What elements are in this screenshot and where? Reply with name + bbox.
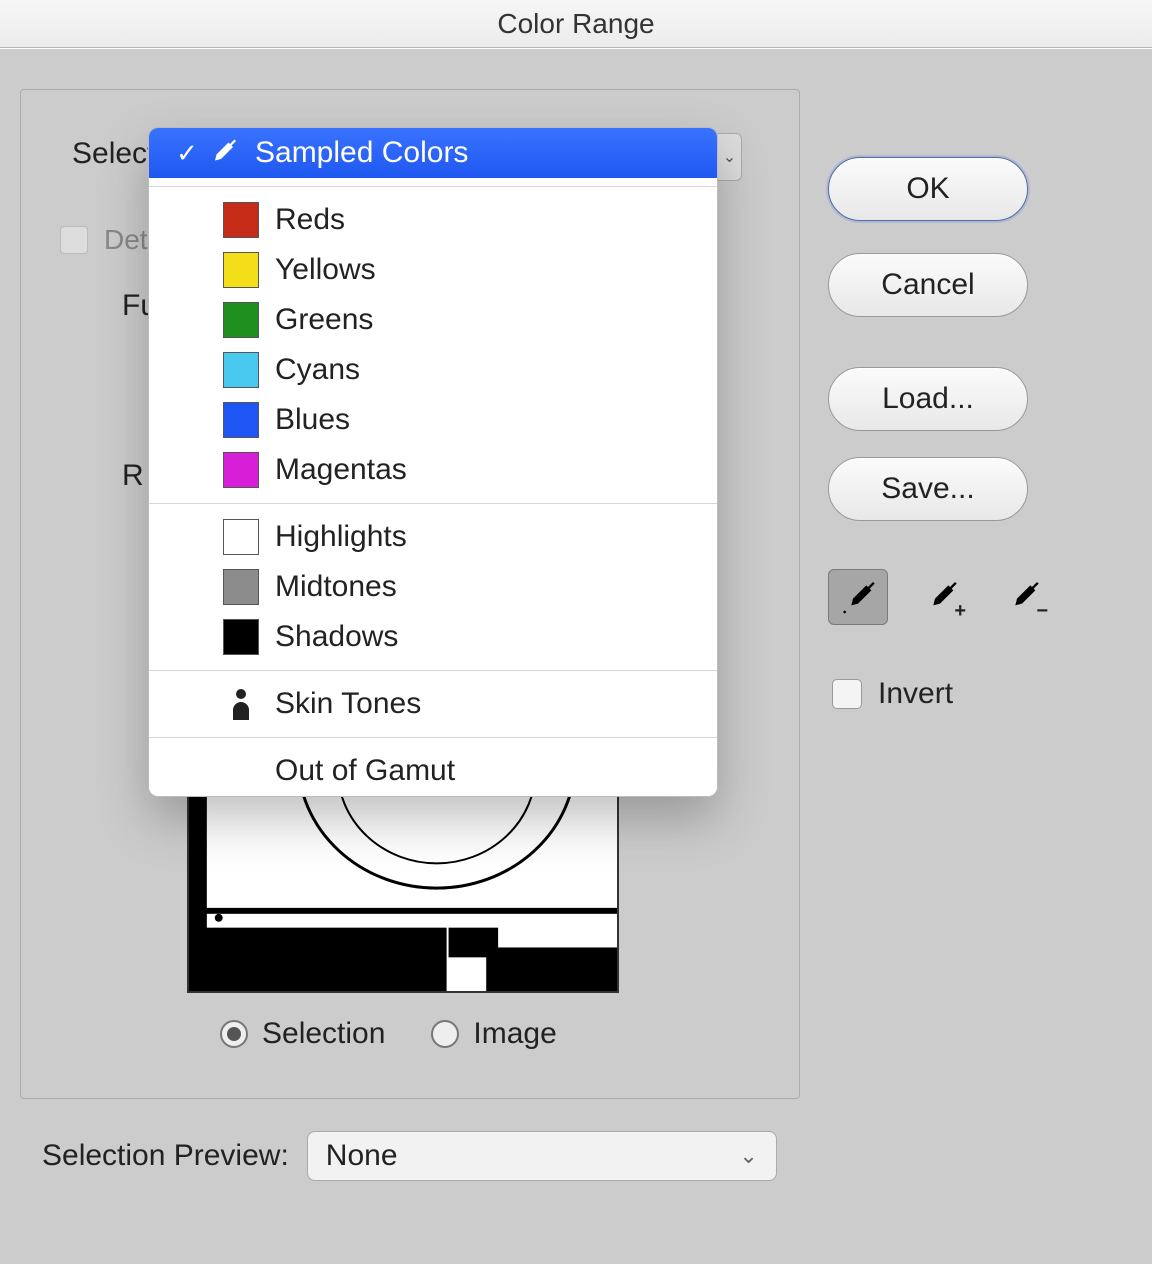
dropdown-item-blues[interactable]: Blues bbox=[149, 395, 717, 445]
select-dropdown-menu: ✓ Sampled Colors Reds Yellows Greens Cya… bbox=[148, 127, 718, 797]
detect-faces-row: Det bbox=[60, 224, 148, 256]
person-icon bbox=[223, 688, 259, 720]
dropdown-item-label: Skin Tones bbox=[275, 687, 421, 721]
select-dropdown-toggle[interactable]: ⌄ bbox=[718, 133, 742, 181]
dropdown-item-midtones[interactable]: Midtones bbox=[149, 562, 717, 612]
invert-label: Invert bbox=[878, 677, 953, 711]
dropdown-item-label: Magentas bbox=[275, 453, 407, 487]
cancel-button[interactable]: Cancel bbox=[828, 253, 1028, 317]
eyedropper-icon bbox=[203, 135, 239, 171]
plus-icon: + bbox=[954, 600, 966, 623]
selection-preview-value: None bbox=[326, 1139, 398, 1173]
dropdown-item-label: Reds bbox=[275, 203, 345, 237]
radio-image-label: Image bbox=[473, 1017, 556, 1051]
color-swatch-greens bbox=[223, 302, 259, 338]
eyedropper-tool[interactable] bbox=[828, 569, 888, 625]
color-swatch-reds bbox=[223, 202, 259, 238]
dropdown-item-label: Cyans bbox=[275, 353, 360, 387]
dropdown-item-label: Blues bbox=[275, 403, 350, 437]
dropdown-item-label: Shadows bbox=[275, 620, 398, 654]
dropdown-separator bbox=[149, 737, 717, 738]
chevron-down-icon: ⌄ bbox=[739, 1143, 757, 1169]
selection-preview-dropdown[interactable]: None ⌄ bbox=[307, 1131, 777, 1181]
dropdown-item-cyans[interactable]: Cyans bbox=[149, 345, 717, 395]
color-swatch-magentas bbox=[223, 452, 259, 488]
dropdown-item-shadows[interactable]: Shadows bbox=[149, 612, 717, 662]
color-swatch-yellows bbox=[223, 252, 259, 288]
dropdown-item-yellows[interactable]: Yellows bbox=[149, 245, 717, 295]
detect-faces-checkbox[interactable] bbox=[60, 226, 88, 254]
dropdown-separator bbox=[149, 670, 717, 671]
dropdown-item-label: Midtones bbox=[275, 570, 397, 604]
dropdown-item-sampled-colors[interactable]: ✓ Sampled Colors bbox=[149, 128, 717, 178]
dialog-body: Select ⌄ Det Localized Color Clusters Fu… bbox=[0, 48, 1152, 1264]
radio-image-dot bbox=[431, 1020, 459, 1048]
radio-image[interactable]: Image bbox=[431, 1017, 556, 1051]
save-button[interactable]: Save... bbox=[828, 457, 1028, 521]
dropdown-item-greens[interactable]: Greens bbox=[149, 295, 717, 345]
radio-selection[interactable]: Selection bbox=[220, 1017, 385, 1051]
checkmark-icon: ✓ bbox=[171, 138, 203, 169]
eyedropper-add-tool[interactable]: + bbox=[910, 569, 970, 625]
radio-selection-dot bbox=[220, 1020, 248, 1048]
dropdown-separator bbox=[149, 503, 717, 504]
dropdown-item-reds[interactable]: Reds bbox=[149, 195, 717, 245]
selection-preview-label: Selection Preview: bbox=[42, 1139, 289, 1173]
dropdown-item-skin-tones[interactable]: Skin Tones bbox=[149, 679, 717, 729]
radio-selection-label: Selection bbox=[262, 1017, 385, 1051]
load-button[interactable]: Load... bbox=[828, 367, 1028, 431]
dropdown-item-label: Greens bbox=[275, 303, 373, 337]
color-swatch-highlights bbox=[223, 519, 259, 555]
ok-button[interactable]: OK bbox=[828, 157, 1028, 221]
dropdown-item-label: Yellows bbox=[275, 253, 376, 287]
window-title: Color Range bbox=[0, 0, 1152, 48]
dropdown-item-label: Out of Gamut bbox=[275, 754, 455, 788]
dropdown-item-magentas[interactable]: Magentas bbox=[149, 445, 717, 495]
dropdown-item-highlights[interactable]: Highlights bbox=[149, 512, 717, 562]
color-swatch-midtones bbox=[223, 569, 259, 605]
select-label: Select bbox=[72, 137, 155, 171]
dropdown-item-label: Sampled Colors bbox=[255, 136, 468, 170]
color-swatch-cyans bbox=[223, 352, 259, 388]
range-label: R bbox=[122, 459, 144, 493]
invert-checkbox[interactable] bbox=[832, 679, 862, 709]
detect-faces-label: Det bbox=[104, 224, 148, 256]
color-swatch-blues bbox=[223, 402, 259, 438]
dropdown-item-out-of-gamut[interactable]: Out of Gamut bbox=[149, 746, 717, 796]
dropdown-separator bbox=[149, 186, 717, 187]
eyedropper-subtract-tool[interactable]: − bbox=[992, 569, 1052, 625]
dropdown-item-label: Highlights bbox=[275, 520, 407, 554]
color-swatch-shadows bbox=[223, 619, 259, 655]
minus-icon: − bbox=[1036, 600, 1048, 623]
